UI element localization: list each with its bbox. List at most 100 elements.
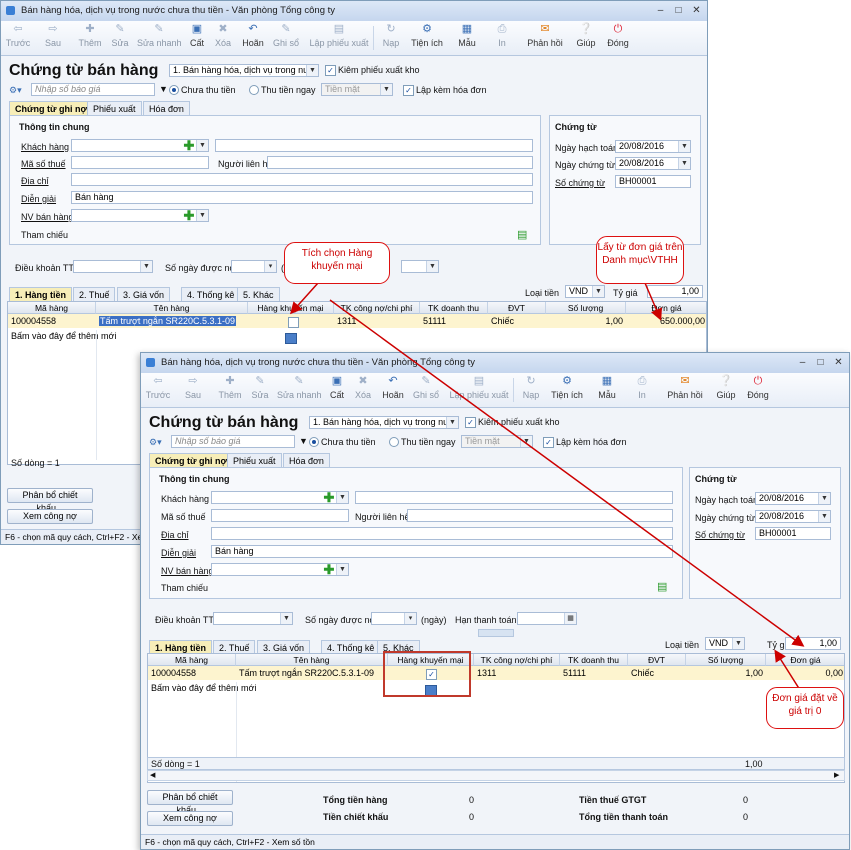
front-feedback-button[interactable]: ✉ Phản hồi — [667, 374, 703, 406]
front-currency-select[interactable]: VND ▼ — [705, 637, 745, 650]
front-voucher-date-input[interactable]: 20/08/2016 ▼ — [755, 510, 831, 523]
front-rate-input[interactable]: 1,00 — [785, 637, 841, 650]
front-quick-edit-button[interactable]: ✎ Sửa nhanh — [277, 374, 322, 406]
front-add-row-hint[interactable]: Bấm vào đây để thêm mới — [148, 682, 348, 695]
front-tax-code-input[interactable] — [211, 509, 349, 522]
front-row-code[interactable]: 100004558 — [148, 667, 236, 680]
front-row-qty[interactable]: 1,00 — [686, 667, 766, 680]
front-utilities-button[interactable]: ⚙ Tiện ích — [551, 374, 583, 406]
front-save-button[interactable]: ▣ Cất — [327, 374, 347, 406]
reference-add-icon[interactable]: ▤ — [517, 228, 527, 241]
back-voucher-no-input[interactable]: BH00001 — [615, 175, 691, 188]
chevron-down-icon[interactable]: ▼ — [159, 84, 168, 94]
back-close-button[interactable]: ⏻ Đóng — [605, 22, 631, 54]
reference-add-icon[interactable]: ▤ — [657, 580, 667, 593]
front-col-debit[interactable]: TK công nợ/chi phí — [474, 654, 560, 666]
back-template-button[interactable]: ▦ Mẫu — [457, 22, 477, 54]
back-undo-button[interactable]: ↶ Hoãn — [241, 22, 265, 54]
back-payment-terms-select[interactable]: ▼ — [73, 260, 153, 273]
back-reload-button[interactable]: ↻ Nạp — [381, 22, 401, 54]
back-description-input[interactable]: Bán hàng — [71, 191, 533, 204]
front-row-price[interactable]: 0,00 — [766, 667, 844, 680]
front-post-button[interactable]: ✎ Ghi sổ — [413, 374, 439, 406]
back-col-code[interactable]: Mã hàng — [8, 302, 96, 314]
back-save-button[interactable]: ▣ Cất — [187, 22, 207, 54]
back-row-code[interactable]: 100004558 — [8, 315, 96, 328]
back-detail-tab-other[interactable]: 5. Khác — [237, 287, 280, 302]
back-due-date-input[interactable]: ▼ — [401, 260, 439, 273]
front-print-button[interactable]: ⎙ In — [635, 374, 649, 406]
scroll-left-icon[interactable]: ◀ — [150, 771, 155, 779]
back-contact-input[interactable] — [267, 156, 533, 169]
back-allocate-discount-button[interactable]: Phân bổ chiết khấu... — [7, 488, 93, 513]
back-col-debit[interactable]: TK công nợ/chi phí — [334, 302, 420, 314]
back-currency-select[interactable]: VND ▼ — [565, 285, 605, 298]
back-issue-voucher-button[interactable]: ▤ Lập phiếu xuất — [309, 22, 369, 54]
back-utilities-button[interactable]: ⚙ Tiện ích — [411, 22, 443, 54]
back-col-revenue[interactable]: TK doanh thu — [420, 302, 488, 314]
back-row-promo-checkbox[interactable] — [288, 317, 299, 328]
back-prev-button[interactable]: ⇦ Trước — [5, 22, 31, 54]
back-row-unit[interactable]: Chiếc — [488, 315, 546, 328]
back-post-button[interactable]: ✎ Ghi sổ — [273, 22, 299, 54]
front-row-name[interactable]: Tấm trượt ngắn SR220C.5.3.1-09 — [236, 667, 386, 680]
front-col-unit[interactable]: ĐVT — [628, 654, 686, 666]
chevron-down-icon[interactable]: ▼ — [299, 436, 308, 446]
front-row-unit[interactable]: Chiếc — [628, 667, 686, 680]
front-posting-date-input[interactable]: 20/08/2016 ▼ — [755, 492, 831, 505]
window-close-icon[interactable]: ✕ — [688, 3, 705, 18]
front-description-input[interactable]: Bán hàng — [211, 545, 673, 558]
back-voucher-type-select[interactable]: 1. Bán hàng hóa, dịch vụ trong nước ▼ — [169, 64, 319, 77]
front-days-input[interactable]: ▾ — [371, 612, 417, 625]
back-col-name[interactable]: Tên hàng — [96, 302, 248, 314]
minimize-icon[interactable]: – — [652, 3, 669, 18]
back-edit-button[interactable]: ✎ Sửa — [109, 22, 131, 54]
back-add-row-hint[interactable]: Bấm vào đây để thêm mới — [8, 330, 208, 343]
back-col-qty[interactable]: Số lượng — [546, 302, 626, 314]
front-issue-voucher-button[interactable]: ▤ Lập phiếu xuất — [449, 374, 509, 406]
back-add-button[interactable]: ✚ Thêm — [77, 22, 103, 54]
back-unpaid-radio[interactable] — [169, 85, 179, 95]
back-help-button[interactable]: ❔ Giúp — [575, 22, 597, 54]
back-invoice-checkbox[interactable]: ✓ — [403, 85, 414, 96]
front-allocate-discount-button[interactable]: Phân bổ chiết khấu... — [147, 790, 233, 815]
window-close-icon[interactable]: ✕ — [830, 355, 847, 370]
back-col-unit[interactable]: ĐVT — [488, 302, 546, 314]
back-delete-button[interactable]: ✖ Xóa — [213, 22, 233, 54]
back-days-input[interactable]: ▾ — [231, 260, 277, 273]
scroll-right-icon[interactable]: ▶ — [834, 771, 839, 779]
front-col-name[interactable]: Tên hàng — [236, 654, 388, 666]
back-detail-tab-goods[interactable]: 1. Hàng tiền — [9, 287, 73, 302]
minimize-icon[interactable]: – — [794, 355, 811, 370]
front-voucher-type-select[interactable]: 1. Bán hàng hóa, dịch vụ trong nước ▼ — [309, 416, 459, 429]
front-contact-input[interactable] — [407, 509, 673, 522]
front-next-button[interactable]: ⇨ Sau — [181, 374, 205, 406]
back-voucher-date-input[interactable]: 20/08/2016 ▼ — [615, 157, 691, 170]
back-view-debt-button[interactable]: Xem công nợ — [7, 509, 93, 524]
front-horizontal-scrollbar[interactable] — [147, 770, 845, 781]
back-feedback-button[interactable]: ✉ Phản hồi — [527, 22, 563, 54]
add-customer-icon[interactable]: ✚ — [183, 139, 195, 152]
back-tax-code-input[interactable] — [71, 156, 209, 169]
front-delete-button[interactable]: ✖ Xóa — [353, 374, 373, 406]
grid-row-icon[interactable] — [285, 333, 297, 344]
back-tab-issue[interactable]: Phiếu xuất — [87, 101, 142, 116]
maximize-icon[interactable]: □ — [670, 3, 687, 18]
add-salesperson-icon[interactable]: ✚ — [183, 209, 195, 222]
front-col-code[interactable]: Mã hàng — [148, 654, 236, 666]
front-help-button[interactable]: ❔ Giúp — [715, 374, 737, 406]
add-salesperson-icon[interactable]: ✚ — [323, 563, 335, 576]
front-payment-terms-select[interactable]: ▼ — [213, 612, 293, 625]
back-row-name-cell[interactable]: Tấm trượt ngắn SR220C.5.3.1-09 — [96, 315, 246, 328]
front-address-input[interactable] — [211, 527, 673, 540]
front-add-button[interactable]: ✚ Thêm — [217, 374, 243, 406]
front-tab-issue[interactable]: Phiếu xuất — [227, 453, 282, 468]
splitter-handle[interactable] — [478, 629, 514, 637]
back-next-button[interactable]: ⇨ Sau — [41, 22, 65, 54]
front-inventory-checkbox[interactable]: ✓ — [465, 417, 476, 428]
front-voucher-no-input[interactable]: BH00001 — [755, 527, 831, 540]
back-tab-debit[interactable]: Chứng từ ghi nợ — [9, 101, 93, 116]
front-invoice-checkbox[interactable]: ✓ — [543, 437, 554, 448]
front-quote-input[interactable]: Nhập số báo giá — [171, 435, 295, 448]
front-paid-radio[interactable] — [389, 437, 399, 447]
